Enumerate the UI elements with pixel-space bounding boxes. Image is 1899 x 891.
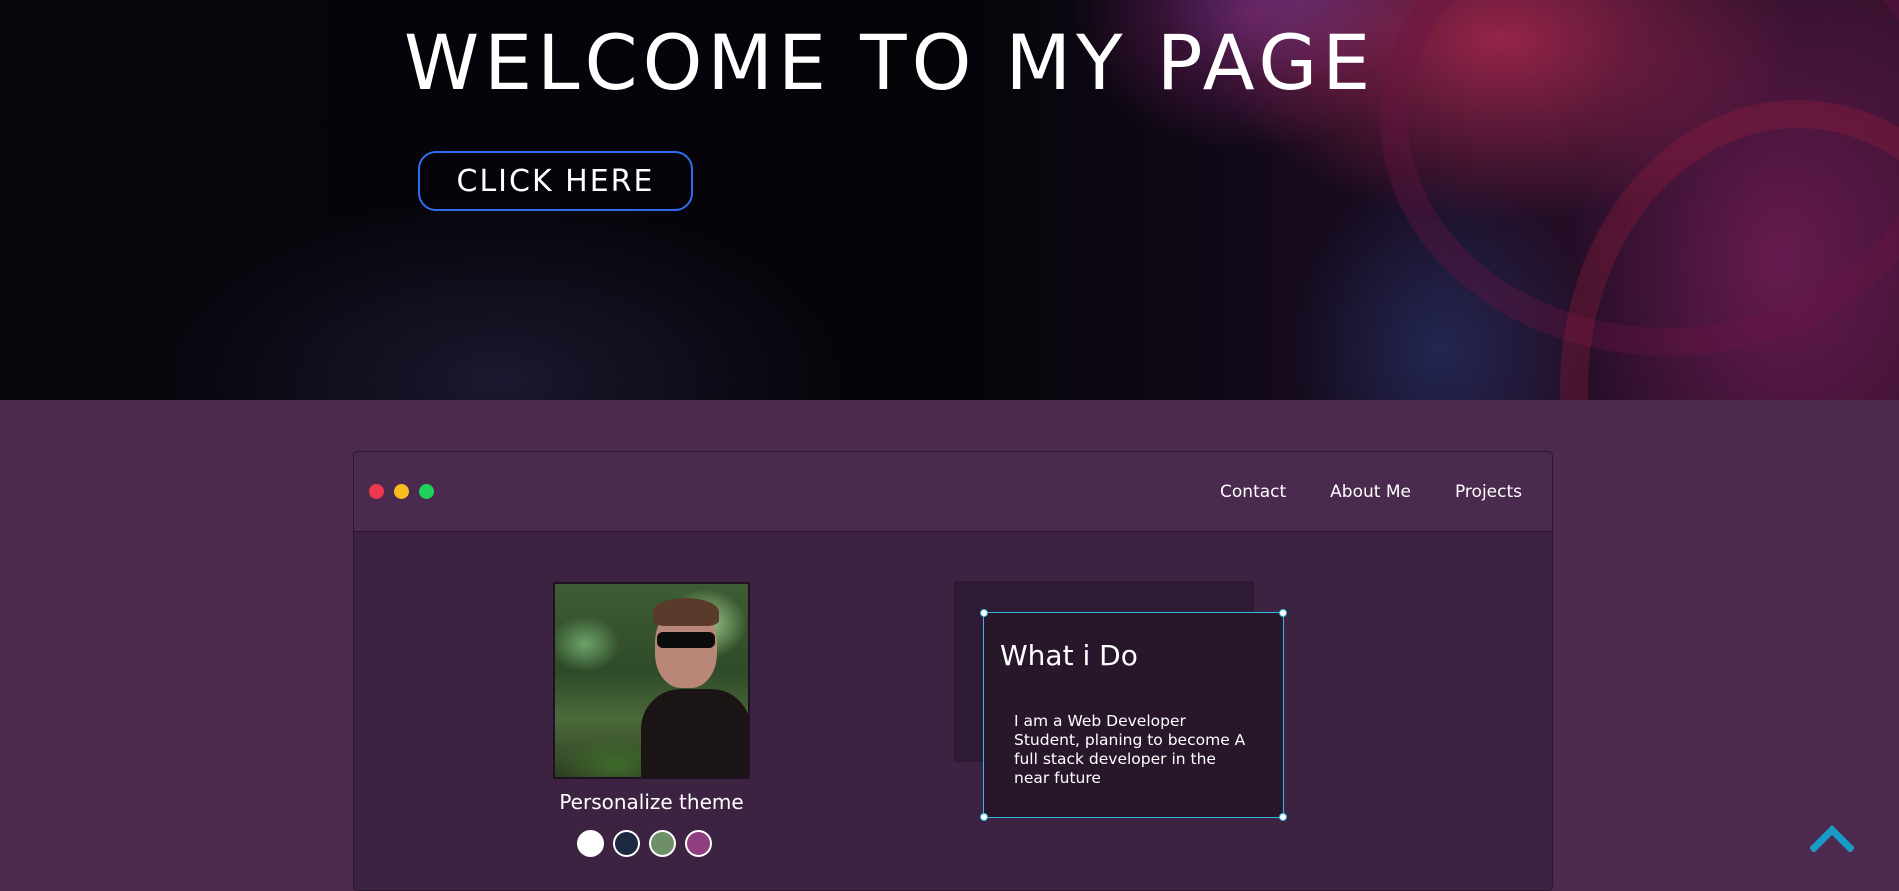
maximize-dot-icon[interactable] [419,484,434,499]
chevron-up-icon [1809,825,1855,853]
card-title: What i Do [1000,639,1138,672]
card-text: I am a Web Developer Student, planing to… [1014,712,1246,787]
nav-link-about-me[interactable]: About Me [1330,482,1411,502]
theme-swatch-green[interactable] [649,830,676,857]
browser-window-mockup: Contact About Me Projects Personalize th… [353,451,1553,891]
resize-handle[interactable] [980,813,988,821]
resize-handle[interactable] [1279,813,1287,821]
nav-link-contact[interactable]: Contact [1220,482,1286,502]
profile-photo [553,582,750,779]
window-titlebar: Contact About Me Projects [354,452,1552,532]
theme-swatches [577,830,712,857]
theme-swatch-white[interactable] [577,830,604,857]
theme-swatch-purple[interactable] [685,830,712,857]
scroll-to-top-button[interactable] [1809,822,1855,853]
top-nav: Contact About Me Projects [1220,452,1522,531]
hero-section: WELCOME TO MY PAGE CLICK HERE [0,0,1899,400]
theme-swatch-navy[interactable] [613,830,640,857]
what-i-do-card: What i Do I am a Web Developer Student, … [980,609,1287,821]
theme-label: Personalize theme [559,790,744,814]
photo-sunglasses [657,632,715,648]
close-dot-icon[interactable] [369,484,384,499]
resize-handle[interactable] [1279,609,1287,617]
resize-handle[interactable] [980,609,988,617]
minimize-dot-icon[interactable] [394,484,409,499]
page-title: WELCOME TO MY PAGE [404,18,1376,107]
photo-person-hair [653,598,719,626]
click-here-button[interactable]: CLICK HERE [418,151,693,211]
nav-link-projects[interactable]: Projects [1455,482,1522,502]
photo-person-body [641,689,748,777]
